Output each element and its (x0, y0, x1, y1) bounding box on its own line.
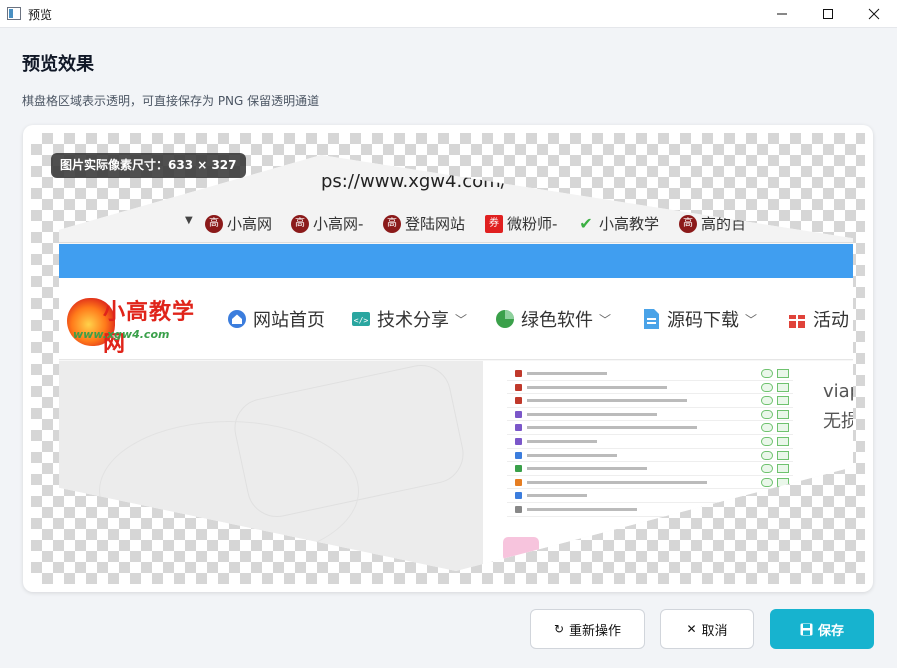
mini-table (507, 367, 793, 517)
nav-item-events: 活动 (787, 306, 849, 332)
screenshot-file-list: viap 无损 (483, 361, 853, 571)
transparency-checkerboard: 图片实际像素尺寸：633 × 327 ps://www.xgw4.com/ ▼ … (31, 133, 865, 584)
table-row (507, 503, 793, 517)
code-icon: </> (352, 312, 370, 326)
bookmark-favicon-icon: 高 (205, 214, 223, 233)
page-subtitle: 棋盘格区域表示透明，可直接保存为 PNG 保留透明通道 (22, 94, 320, 108)
preview-image: ps://www.xgw4.com/ ▼ 高小高网 高小高网- 高登陆网站 券微… (59, 155, 853, 571)
bookmark-favicon-icon: 高 (291, 214, 309, 233)
bookmark-item: 高登陆网站 (383, 213, 465, 234)
svg-text:</>: </> (354, 316, 369, 325)
save-button[interactable]: 保存 (770, 609, 874, 649)
coupon-favicon-icon: 券 (485, 214, 503, 233)
bookmark-item: 高高的百 (679, 213, 746, 234)
nav-item-software: 绿色软件 ﹀ (495, 306, 611, 332)
bookmark-item: 券微粉师- (485, 213, 557, 234)
table-row (507, 435, 793, 449)
preview-card: 图片实际像素尺寸：633 × 327 ps://www.xgw4.com/ ▼ … (23, 125, 873, 592)
table-row (507, 449, 793, 463)
close-button[interactable] (852, 0, 896, 28)
file-download-icon (644, 309, 659, 329)
chevron-down-icon: ▼ (185, 215, 193, 226)
chevron-down-icon: ﹀ (745, 312, 758, 327)
screenshot-pink-block (503, 537, 539, 561)
window-title: 预览 (28, 8, 53, 22)
screenshot-side-text: viap 无损 (823, 381, 853, 432)
table-row (507, 476, 793, 490)
title-bar: 预览 (0, 0, 897, 28)
home-icon (228, 310, 246, 328)
table-row (507, 381, 793, 395)
nav-item-home: 网站首页 (227, 306, 325, 332)
pie-chart-icon (496, 310, 514, 328)
chevron-down-icon: ﹀ (455, 312, 468, 327)
page-title: 预览效果 (22, 54, 94, 75)
maximize-button[interactable] (806, 0, 850, 28)
table-row (507, 489, 793, 503)
redo-button[interactable]: ↻ 重新操作 (530, 609, 645, 649)
save-icon (800, 623, 813, 636)
screenshot-site-nav: 小高教学网 www.xgw4.com 网站首页 </> 技术分享 ﹀ 绿色软件 ﹀ (59, 278, 853, 360)
refresh-icon: ↻ (553, 622, 565, 636)
bookmark-favicon-icon: 高 (383, 214, 401, 233)
table-row (507, 367, 793, 381)
screenshot-blue-banner (59, 244, 853, 278)
gift-icon (789, 315, 805, 328)
table-row (507, 462, 793, 476)
logo-url: www.xgw4.com (73, 328, 170, 341)
chevron-down-icon: ﹀ (599, 312, 612, 327)
site-logo: 小高教学网 www.xgw4.com (67, 284, 217, 357)
table-row (507, 408, 793, 422)
bookmark-item: 高小高网- (291, 213, 363, 234)
maximize-icon (823, 9, 833, 19)
app-window-icon (7, 7, 21, 20)
close-icon: ✕ (686, 622, 697, 636)
check-favicon-icon: ✔ (579, 213, 593, 233)
close-icon (868, 8, 880, 20)
table-row (507, 394, 793, 408)
nav-item-tech: </> 技术分享 ﹀ (351, 306, 467, 332)
screenshot-bookmarks-bar: ▼ 高小高网 高小高网- 高登陆网站 券微粉师- ✔ 小高教学 高高的百 (59, 203, 853, 243)
screenshot-map-area (59, 359, 483, 571)
bookmark-favicon-icon: 高 (679, 214, 697, 233)
bookmark-item: ✔ 小高教学 (577, 213, 659, 234)
minimize-button[interactable] (760, 0, 804, 28)
minimize-icon (777, 13, 787, 15)
image-size-badge: 图片实际像素尺寸：633 × 327 (51, 153, 246, 178)
nav-item-source: 源码下载 ﹀ (641, 306, 757, 332)
bookmark-item: 高小高网 (205, 213, 272, 234)
logo-text: 小高教学网 (103, 300, 196, 357)
cancel-button[interactable]: ✕ 取消 (660, 609, 754, 649)
table-row (507, 421, 793, 435)
screenshot-url: ps://www.xgw4.com/ (321, 171, 507, 192)
